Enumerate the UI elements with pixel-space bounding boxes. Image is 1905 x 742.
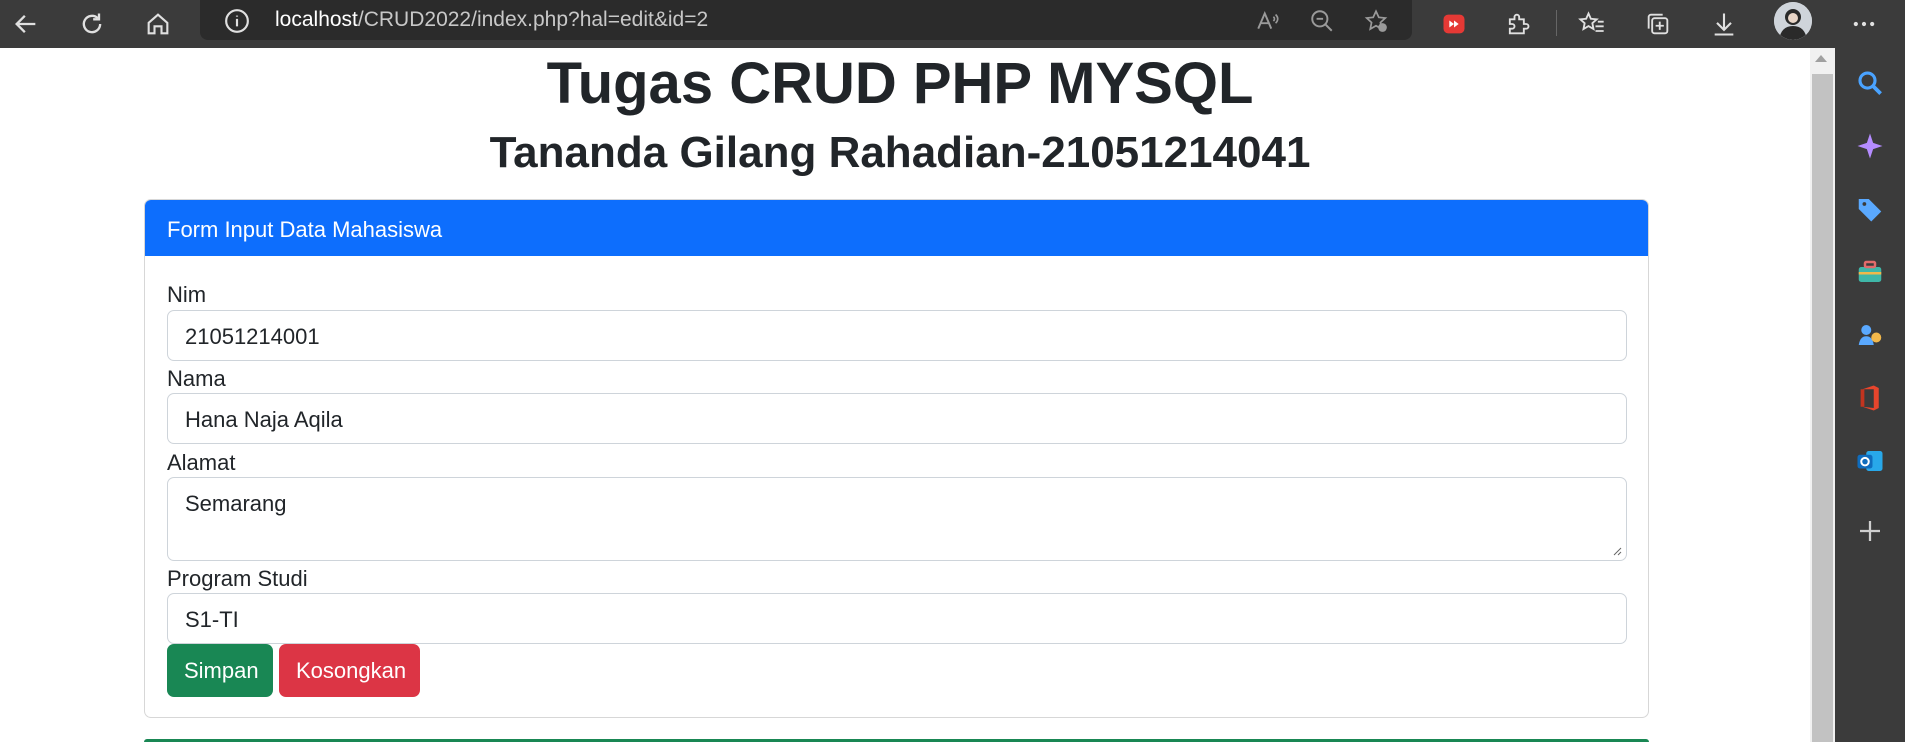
clear-button[interactable]: Kosongkan (279, 644, 420, 697)
zoom-out-icon[interactable] (1306, 5, 1338, 37)
refresh-icon[interactable] (74, 6, 110, 42)
page-subtitle: Tananda Gilang Rahadian-21051214041 (489, 128, 1311, 177)
save-button[interactable]: Simpan (167, 644, 273, 697)
nama-value: Hana Naja Aqila (185, 407, 343, 432)
browser-toolbar: localhost/CRUD2022/index.php?hal=edit&id… (0, 0, 1905, 48)
nim-input[interactable]: 21051214001 (167, 310, 1627, 361)
home-icon[interactable] (140, 6, 176, 42)
page-title: Tugas CRUD PHP MYSQL (546, 51, 1254, 116)
toolbar-divider (1556, 10, 1557, 36)
office-icon[interactable] (1853, 381, 1887, 415)
prodi-label: Program Studi (167, 566, 308, 591)
nim-label: Nim (167, 282, 207, 307)
resize-handle-icon[interactable] (1612, 546, 1622, 556)
prodi-value: S1-TI (185, 607, 239, 632)
copilot-sparkle-icon[interactable] (1853, 129, 1887, 163)
url-path: /CRUD2022/index.php?hal=edit&id=2 (357, 8, 709, 31)
more-menu-icon[interactable] (1846, 6, 1882, 42)
alamat-value: Semarang (185, 491, 287, 516)
scrollbar-thumb[interactable] (1812, 74, 1833, 742)
games-icon[interactable] (1853, 318, 1887, 352)
site-info-icon[interactable] (224, 8, 250, 34)
add-sidebar-app-icon[interactable] (1853, 514, 1887, 548)
search-icon[interactable] (1853, 66, 1887, 100)
tools-briefcase-icon[interactable] (1853, 255, 1887, 289)
read-aloud-icon[interactable] (1252, 5, 1284, 37)
form-card-header: Form Input Data Mahasiswa (145, 200, 1648, 256)
extension-red-icon[interactable] (1436, 6, 1472, 42)
profile-avatar[interactable] (1774, 2, 1812, 40)
address-bar[interactable]: localhost/CRUD2022/index.php?hal=edit&id… (200, 0, 1412, 40)
outlook-icon[interactable] (1853, 444, 1887, 478)
alamat-label: Alamat (167, 450, 236, 475)
extensions-puzzle-icon[interactable] (1500, 6, 1536, 42)
url-text[interactable]: localhost/CRUD2022/index.php?hal=edit&id… (275, 8, 708, 32)
browser-sidebar (1835, 48, 1905, 742)
scroll-up-arrow-icon[interactable] (1815, 55, 1827, 62)
collections-icon[interactable] (1640, 6, 1676, 42)
downloads-icon[interactable] (1706, 6, 1742, 42)
nama-label: Nama (167, 366, 226, 391)
url-host: localhost (275, 8, 358, 31)
back-arrow-icon[interactable] (8, 6, 44, 42)
favorites-icon[interactable] (1574, 6, 1610, 42)
nama-input[interactable]: Hana Naja Aqila (167, 393, 1627, 444)
add-favorite-icon[interactable] (1360, 5, 1392, 37)
nim-value: 21051214001 (185, 324, 320, 349)
alamat-textarea[interactable]: Semarang (167, 477, 1627, 561)
prodi-input[interactable]: S1-TI (167, 593, 1627, 644)
shopping-tag-icon[interactable] (1853, 192, 1887, 226)
